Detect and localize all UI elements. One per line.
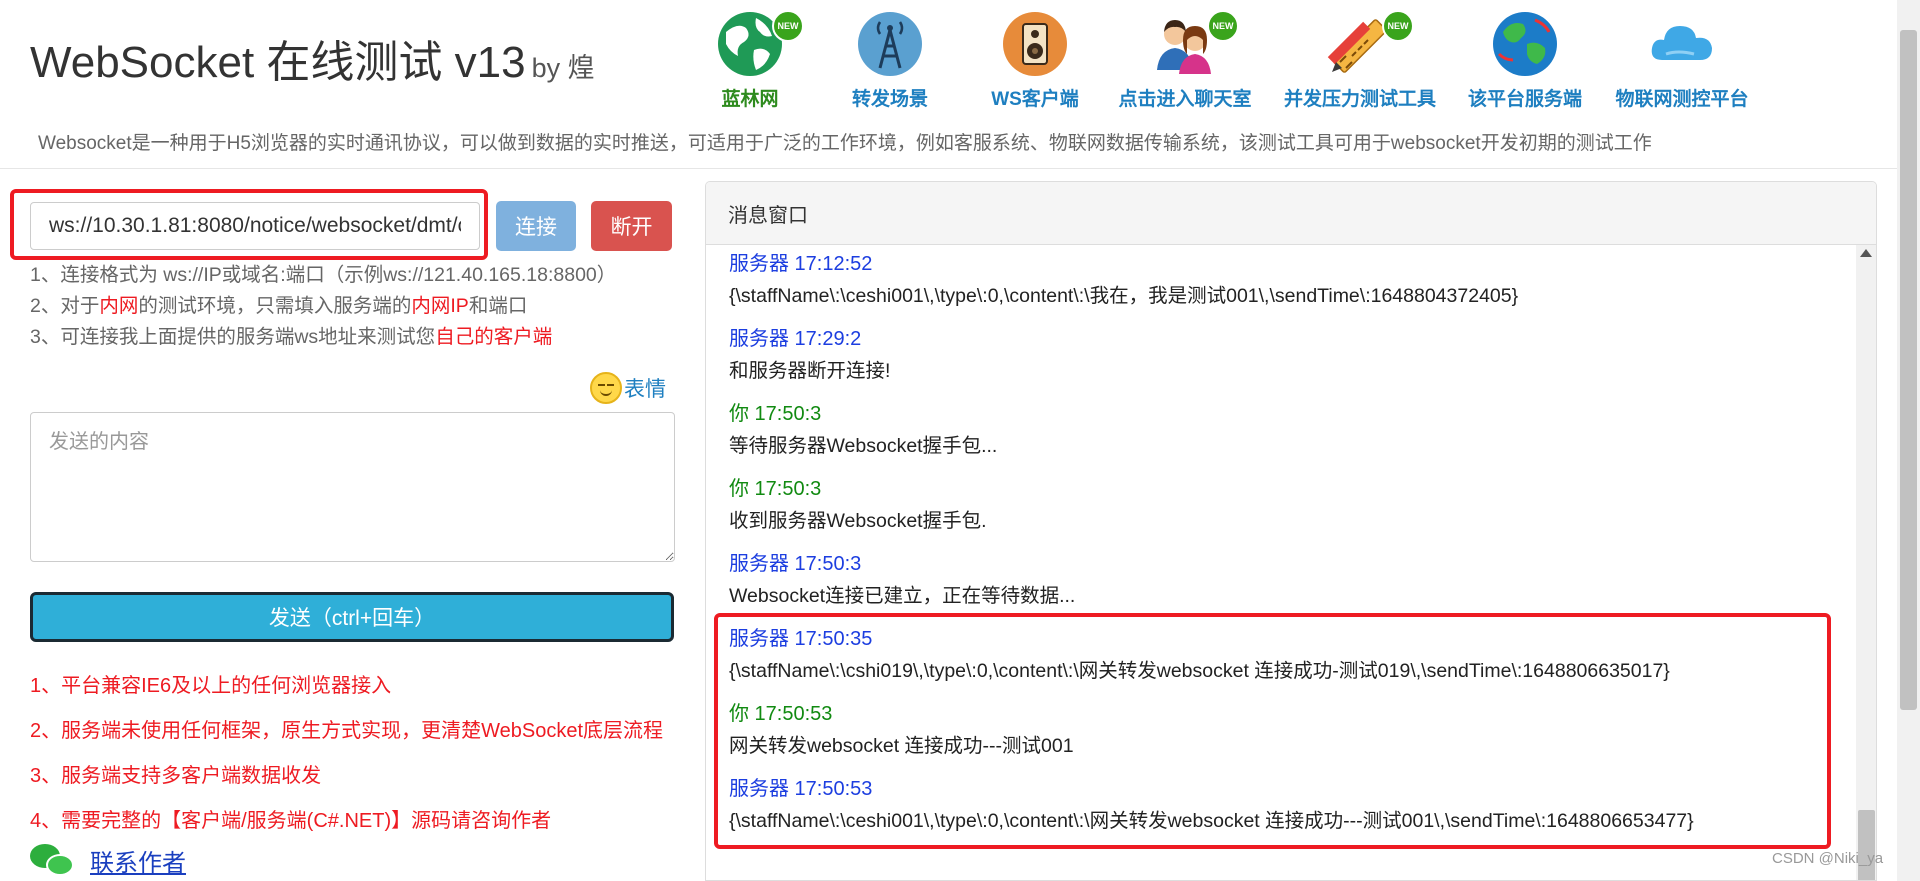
nav-label: 并发压力测试工具 <box>1283 89 1436 110</box>
tip-text: 的测试环境，只需填入服务端的 <box>138 295 412 317</box>
site-byline: by 煌 <box>531 53 595 83</box>
tip-highlight: 内网 <box>99 295 139 317</box>
site-description: Websocket是一种用于H5浏览器的实时通讯协议，可以做到数据的实时推送，可… <box>38 133 1652 154</box>
message-sender: 服务器 17:50:53 <box>729 778 873 800</box>
message-item: 服务器 17:50:53 {\staffName\:\ceshi001\,\ty… <box>729 776 1694 836</box>
feature-list: 1、平台兼容IE6及以上的任何浏览器接入 2、服务端未使用任何框架，原生方式实现… <box>30 664 663 844</box>
tip-highlight: 自己的客户端 <box>435 326 553 348</box>
nav-item-lanlin[interactable]: NEW 蓝林网 <box>670 6 830 111</box>
new-badge: NEW <box>1382 10 1414 42</box>
feature-item: 4、需要完整的【客户端/服务端(C#.NET)】源码请咨询作者 <box>30 810 552 832</box>
disconnect-button[interactable]: 断开 <box>591 201 672 251</box>
page-scroll-thumb[interactable] <box>1900 30 1917 710</box>
nav-icon-wrap <box>995 6 1075 82</box>
message-text: 收到服务器Websocket握手包. <box>729 510 987 532</box>
message-text: 网关转发websocket 连接成功---测试001 <box>729 735 1074 757</box>
nav-icon-wrap: NEW <box>710 6 804 82</box>
message-text: Websocket连接已建立，正在等待数据... <box>729 585 1076 607</box>
message-item: 服务器 17:50:35 {\staffName\:\cshi019\,\typ… <box>729 626 1670 686</box>
message-sender: 服务器 17:50:3 <box>729 553 862 575</box>
message-text: {\staffName\:\ceshi001\,\type\:0,\conten… <box>729 810 1694 832</box>
nav-item-forward-scene[interactable]: 转发场景 <box>810 6 970 111</box>
message-list[interactable]: 服务器 17:12:52 {\staffName\:\ceshi001\,\ty… <box>706 245 1856 880</box>
nav-icon-wrap <box>1485 6 1565 82</box>
page-scrollbar[interactable] <box>1897 0 1920 881</box>
message-sender: 服务器 17:29:2 <box>729 328 862 350</box>
nav-icon-wrap <box>850 6 930 82</box>
message-text: 和服务器断开连接! <box>729 360 891 382</box>
nav-label: 点击进入聊天室 <box>1118 89 1252 110</box>
nav-label: 物联网测控平台 <box>1615 89 1749 110</box>
speaker-icon <box>1003 12 1067 76</box>
site-title: WebSocket 在线测试 v13 by 煌 <box>30 26 595 90</box>
nav-label: 该平台服务端 <box>1467 89 1582 110</box>
tip-line-1: 1、连接格式为 ws://IP或域名:端口（示例ws://121.40.165.… <box>30 264 617 286</box>
tip-text: 和端口 <box>468 295 528 317</box>
nav-item-iot-platform[interactable]: 物联网测控平台 <box>1602 6 1762 111</box>
message-sender: 服务器 17:50:35 <box>729 628 873 650</box>
nav-label: 蓝林网 <box>721 89 779 110</box>
message-text: 等待服务器Websocket握手包... <box>729 435 998 457</box>
message-window: 消息窗口 服务器 17:12:52 {\staffName\:\ceshi001… <box>705 181 1877 881</box>
contact-author: 联系作者 <box>30 840 186 880</box>
send-button[interactable]: 发送（ctrl+回车） <box>30 592 674 642</box>
message-item: 服务器 17:29:2 和服务器断开连接! <box>729 326 890 386</box>
message-item: 服务器 17:12:52 {\staffName\:\ceshi001\,\ty… <box>729 251 1518 311</box>
feature-item: 1、平台兼容IE6及以上的任何浏览器接入 <box>30 675 392 697</box>
scroll-thumb[interactable] <box>1858 810 1875 880</box>
earth-icon <box>1493 12 1557 76</box>
header-divider <box>0 168 1920 169</box>
message-text: {\staffName\:\ceshi001\,\type\:0,\conten… <box>729 285 1519 307</box>
new-badge: NEW <box>772 10 804 42</box>
wechat-icon <box>30 842 76 878</box>
smiley-mouth <box>600 390 612 396</box>
wechat-bubble <box>46 854 74 876</box>
nav-label: WS客户端 <box>991 89 1079 110</box>
nav-icon-wrap: NEW <box>1145 6 1239 82</box>
connection-tips: 1、连接格式为 ws://IP或域名:端口（示例ws://121.40.165.… <box>30 260 616 353</box>
feature-item: 3、服务端支持多客户端数据收发 <box>30 765 322 787</box>
nav-label: 转发场景 <box>851 89 928 110</box>
message-item: 你 17:50:3 等待服务器Websocket握手包... <box>729 401 997 461</box>
tip-line-2: 2、对于内网的测试环境，只需填入服务端的内网IP和端口 <box>30 291 616 322</box>
message-item: 你 17:50:53 网关转发websocket 连接成功---测试001 <box>729 701 1074 761</box>
nav-icon-wrap <box>1642 6 1722 82</box>
feature-item: 2、服务端未使用任何框架，原生方式实现，更清楚WebSocket底层流程 <box>30 720 664 742</box>
smiley-icon <box>590 372 622 404</box>
connect-button[interactable]: 连接 <box>496 201 576 251</box>
message-sender: 服务器 17:12:52 <box>729 253 873 275</box>
tip-text: 2、对于 <box>30 295 100 317</box>
nav-item-stress-test[interactable]: NEW 并发压力测试工具 <box>1280 6 1440 111</box>
message-scrollbar[interactable] <box>1856 245 1876 880</box>
nav-icon-wrap: NEW <box>1320 6 1414 82</box>
tip-line-3: 3、可连接我上面提供的服务端ws地址来测试您自己的客户端 <box>30 322 616 353</box>
message-sender: 你 17:50:3 <box>729 403 822 425</box>
message-item: 你 17:50:3 收到服务器Websocket握手包. <box>729 476 987 536</box>
tip-highlight: 内网IP <box>411 295 469 317</box>
watermark: CSDN @Niki_ya <box>1772 850 1884 867</box>
message-item: 服务器 17:50:3 Websocket连接已建立，正在等待数据... <box>729 551 1075 611</box>
nav-item-platform-server[interactable]: 该平台服务端 <box>1445 6 1605 111</box>
nav-item-ws-client[interactable]: WS客户端 <box>955 6 1115 111</box>
message-window-header: 消息窗口 <box>706 182 1876 245</box>
message-window-title: 消息窗口 <box>728 204 808 227</box>
message-text: {\staffName\:\cshi019\,\type\:0,\content… <box>729 660 1670 682</box>
message-textarea[interactable] <box>30 412 675 562</box>
site-title-text: WebSocket 在线测试 v13 <box>30 38 526 87</box>
tip-text: 3、可连接我上面提供的服务端ws地址来测试您 <box>30 326 436 348</box>
emoji-button[interactable]: 表情 <box>590 372 666 404</box>
emoji-label: 表情 <box>624 378 666 401</box>
websocket-url-input[interactable] <box>30 202 480 250</box>
message-sender: 你 17:50:53 <box>729 703 833 725</box>
contact-author-link[interactable]: 联系作者 <box>90 843 186 878</box>
antenna-tower-icon <box>858 12 922 76</box>
top-nav: NEW 蓝林网 转发场景 WS客户端 NEW 点击进入聊天室 NEW 并发压力测… <box>670 6 1800 110</box>
new-badge: NEW <box>1207 10 1239 42</box>
nav-item-chat-room[interactable]: NEW 点击进入聊天室 <box>1105 6 1265 111</box>
message-sender: 你 17:50:3 <box>729 478 822 500</box>
cloud-icon <box>1651 26 1712 60</box>
scroll-up-arrow-icon[interactable] <box>1860 249 1872 257</box>
